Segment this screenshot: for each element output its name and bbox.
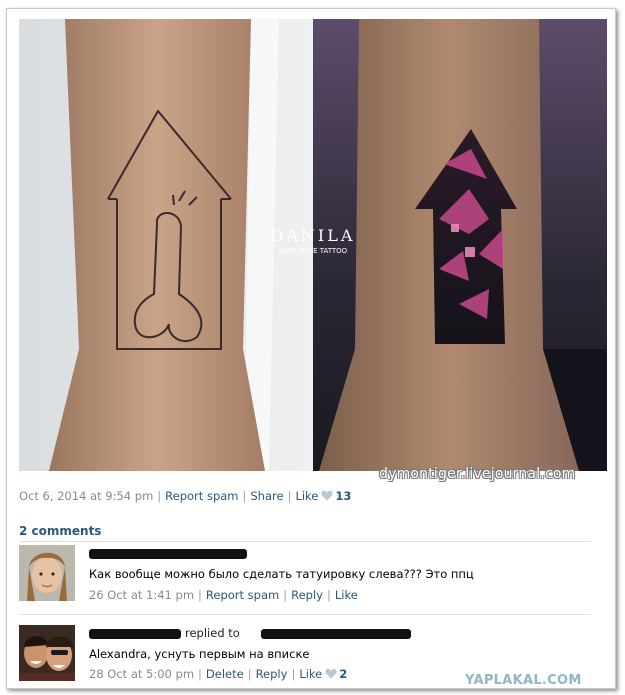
comment-time[interactable]: 28 Oct at 5:00 pm [89, 667, 194, 681]
report-spam-link[interactable]: Report spam [206, 588, 279, 602]
comment-text: Как вообще можно было сделать татуировку… [89, 567, 474, 581]
avatar[interactable] [19, 625, 75, 681]
divider [19, 614, 591, 615]
comment-time[interactable]: 26 Oct at 1:41 pm [89, 588, 194, 602]
watermark-brand: DANILA [271, 226, 356, 245]
tattoo-photo: DANILA LOVE HATE TATTOO [19, 19, 607, 471]
redacted-reply-target [261, 629, 411, 639]
redacted-author-name [89, 629, 181, 639]
like-link[interactable]: Like [335, 588, 358, 602]
watermark-site: dymontiger.livejournal.com [379, 466, 576, 482]
post-date[interactable]: Oct 6, 2014 at 9:54 pm [19, 489, 153, 503]
divider [19, 541, 591, 542]
post-card: DANILA LOVE HATE TATTOO dymontiger.livej… [6, 8, 616, 689]
reply-link[interactable]: Reply [291, 588, 323, 602]
like-button[interactable]: Like 2 [299, 667, 347, 681]
post-photo[interactable]: DANILA LOVE HATE TATTOO [19, 19, 607, 471]
comment-meta: 26 Oct at 1:41 pm | Report spam | Reply | Like [89, 588, 358, 602]
heart-icon [321, 490, 333, 501]
share-link[interactable]: Share [250, 489, 283, 503]
replied-to-label: replied to [185, 626, 240, 640]
like-label: Like [295, 489, 319, 503]
avatar[interactable] [19, 545, 75, 601]
like-label: Like [299, 667, 323, 681]
report-spam-link[interactable]: Report spam [165, 489, 238, 503]
heart-icon [325, 668, 337, 679]
comment-meta: 28 Oct at 5:00 pm | Delete | Reply | Like 2 [89, 667, 348, 681]
like-count: 2 [339, 667, 348, 681]
yaplakal-watermark: YAPLAKAL.COM [465, 673, 582, 688]
watermark-subtitle: LOVE HATE TATTOO [279, 247, 348, 255]
post-meta: Oct 6, 2014 at 9:54 pm | Report spam | Share… [19, 489, 352, 503]
comment-item: Как вообще можно было сделать татуировку… [19, 545, 591, 605]
like-button[interactable]: Like 13 [295, 489, 351, 503]
delete-link[interactable]: Delete [206, 667, 244, 681]
comment-text: Alexandra, уснуть первым на вписке [89, 647, 310, 661]
reply-link[interactable]: Reply [256, 667, 288, 681]
redacted-author-name [89, 549, 247, 559]
like-count: 13 [335, 489, 352, 503]
comments-count[interactable]: 2 comments [19, 524, 101, 538]
